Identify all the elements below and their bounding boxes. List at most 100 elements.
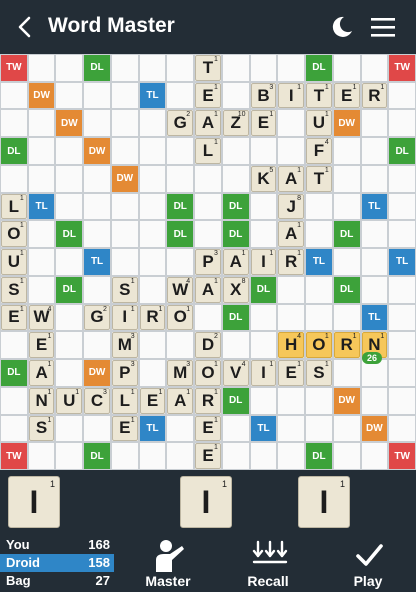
board-square[interactable]: [249, 442, 278, 470]
premium-square-tl[interactable]: TL: [83, 248, 111, 276]
board-square[interactable]: [83, 192, 111, 221]
board-square[interactable]: [166, 81, 195, 110]
board-square[interactable]: [55, 192, 84, 221]
board-square[interactable]: [360, 248, 389, 276]
board-square[interactable]: [360, 137, 389, 165]
board-square[interactable]: [332, 442, 361, 470]
board-square[interactable]: [166, 54, 195, 82]
board-square[interactable]: [249, 303, 278, 332]
board-square[interactable]: [332, 359, 361, 387]
rack-tile[interactable]: I1: [8, 476, 60, 528]
board-square[interactable]: [360, 220, 389, 249]
board-square[interactable]: [194, 192, 222, 221]
board-square[interactable]: [83, 414, 111, 443]
board-square[interactable]: [138, 192, 167, 221]
board-square[interactable]: [277, 414, 306, 443]
board-square[interactable]: [83, 109, 111, 138]
board-square[interactable]: [332, 164, 361, 193]
board-square[interactable]: [55, 442, 84, 470]
board-square[interactable]: [110, 248, 139, 276]
premium-square-dl[interactable]: DL: [332, 275, 361, 304]
board-square[interactable]: [221, 81, 250, 110]
board-square[interactable]: [360, 442, 389, 470]
board-square[interactable]: [0, 331, 28, 360]
board-square[interactable]: [83, 331, 111, 360]
board-square[interactable]: [277, 303, 306, 332]
master-button[interactable]: Master: [128, 532, 208, 592]
board-square[interactable]: [110, 54, 139, 82]
hamburger-menu-icon[interactable]: [371, 16, 395, 38]
board-square[interactable]: [138, 442, 167, 470]
board-square[interactable]: [305, 220, 333, 249]
board-square[interactable]: [110, 442, 139, 470]
premium-square-dw[interactable]: DW: [332, 386, 361, 415]
board-square[interactable]: [55, 248, 84, 276]
rack-tile[interactable]: I1: [180, 476, 232, 528]
board-square[interactable]: [83, 81, 111, 110]
board-square[interactable]: [249, 331, 278, 360]
board-square[interactable]: [138, 164, 167, 193]
board-square[interactable]: [332, 192, 361, 221]
board-square[interactable]: [305, 414, 333, 443]
premium-square-dl[interactable]: DL: [388, 137, 416, 165]
board-square[interactable]: [0, 386, 28, 415]
premium-square-tw[interactable]: TW: [388, 442, 416, 470]
board-square[interactable]: [110, 137, 139, 165]
board-square[interactable]: [388, 359, 416, 387]
board-square[interactable]: [110, 220, 139, 249]
premium-square-tw[interactable]: TW: [388, 54, 416, 82]
premium-square-dw[interactable]: DW: [110, 164, 139, 193]
premium-square-dw[interactable]: DW: [55, 109, 84, 138]
board-square[interactable]: [166, 442, 195, 470]
board-square[interactable]: [0, 81, 28, 110]
board-square[interactable]: [360, 164, 389, 193]
board-square[interactable]: [55, 137, 84, 165]
premium-square-tl[interactable]: TL: [360, 303, 389, 332]
premium-square-dw[interactable]: DW: [83, 359, 111, 387]
board-square[interactable]: [27, 54, 56, 82]
board-square[interactable]: [332, 137, 361, 165]
premium-square-tl[interactable]: TL: [138, 81, 167, 110]
premium-square-dl[interactable]: DL: [305, 54, 333, 82]
board-square[interactable]: [277, 442, 306, 470]
premium-square-dl[interactable]: DL: [0, 137, 28, 165]
board-square[interactable]: [305, 192, 333, 221]
board-square[interactable]: [305, 275, 333, 304]
board-square[interactable]: [55, 303, 84, 332]
premium-square-dl[interactable]: DL: [83, 442, 111, 470]
board-square[interactable]: [277, 137, 306, 165]
board-square[interactable]: [0, 164, 28, 193]
premium-square-dl[interactable]: DL: [166, 220, 195, 249]
board-square[interactable]: [249, 192, 278, 221]
board-square[interactable]: [221, 414, 250, 443]
premium-square-dl[interactable]: DL: [221, 220, 250, 249]
board-square[interactable]: [166, 164, 195, 193]
board-square[interactable]: [360, 109, 389, 138]
board-square[interactable]: [55, 54, 84, 82]
board-square[interactable]: [332, 303, 361, 332]
recall-button[interactable]: Recall: [228, 532, 308, 592]
premium-square-tl[interactable]: TL: [388, 248, 416, 276]
board-square[interactable]: [55, 81, 84, 110]
premium-square-tw[interactable]: TW: [0, 54, 28, 82]
board-square[interactable]: [138, 54, 167, 82]
board-square[interactable]: [27, 109, 56, 138]
board-square[interactable]: [388, 164, 416, 193]
board-square[interactable]: [388, 331, 416, 360]
board-square[interactable]: [27, 137, 56, 165]
premium-square-tl[interactable]: TL: [27, 192, 56, 221]
board-square[interactable]: [83, 220, 111, 249]
board-square[interactable]: [277, 386, 306, 415]
board-square[interactable]: [388, 386, 416, 415]
premium-square-tl[interactable]: TL: [138, 414, 167, 443]
board-square[interactable]: [194, 303, 222, 332]
board-square[interactable]: [332, 54, 361, 82]
board-square[interactable]: [138, 248, 167, 276]
board-square[interactable]: [166, 248, 195, 276]
board-square[interactable]: [388, 192, 416, 221]
board-square[interactable]: [27, 220, 56, 249]
board-square[interactable]: [27, 164, 56, 193]
board-square[interactable]: [249, 220, 278, 249]
board-square[interactable]: [138, 275, 167, 304]
board-square[interactable]: [138, 331, 167, 360]
